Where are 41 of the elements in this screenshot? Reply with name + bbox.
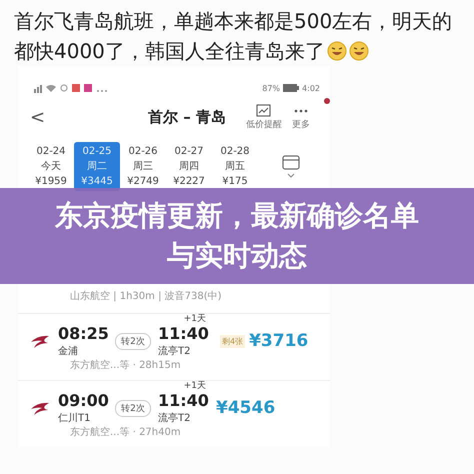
departure-time: 09:00 <box>58 391 108 411</box>
arrival-time: 11:40 <box>158 391 210 411</box>
headline-text: 东京疫情更新，最新确诊名单与实时动态 <box>54 198 420 274</box>
arrival-airport: 流亭T2 <box>158 412 192 425</box>
arrival-airport: 流亭T2 <box>158 344 192 358</box>
departure-airport: 仁川T1 <box>58 412 92 425</box>
date-tab[interactable]: 02-26 周三 ¥2749 <box>120 142 166 191</box>
date-tab[interactable]: 02-25 周二 ¥3445 <box>74 142 120 191</box>
laughing-emoji-icon <box>326 41 347 61</box>
post-text: 都快4000了，韩国人全往青岛来了 <box>14 38 325 65</box>
flight-price: ¥3716 <box>249 331 308 351</box>
flight-details: 东方航空...等 · 27h40m <box>70 426 182 439</box>
flight-row[interactable]: 08:25 金浦 转2次 +1天 11:40 流亭T2 剩4张 ¥3716 东方航空...等 · 28h15m <box>18 313 330 380</box>
next-day-label: +1天 <box>184 313 206 325</box>
date-tab[interactable]: 02-28 周五 ¥175 <box>212 142 258 191</box>
post-text: 首尔飞青岛航班，单趟本来都是500左右，明天的 <box>14 8 452 35</box>
flight-price: ¥4546 <box>216 398 276 418</box>
battery-level: 87% <box>262 84 280 92</box>
flight-details: 山东航空 | 1h30m | 波音738(中) <box>70 290 223 303</box>
date-tab[interactable]: 02-24 今天 ¥1959 <box>28 142 74 191</box>
battery-icon <box>283 84 300 92</box>
stops-badge: 转2次 <box>115 400 151 416</box>
swallow-logo-icon <box>30 400 50 416</box>
header-action[interactable]: 更多 <box>292 104 310 130</box>
departure-time: 08:25 <box>58 324 108 344</box>
swallow-logo-icon <box>30 333 50 349</box>
next-day-label: +1天 <box>184 380 206 392</box>
calendar-icon[interactable] <box>282 154 300 180</box>
notification-dot <box>324 98 330 104</box>
flight-details: 东方航空...等 · 28h15m <box>70 358 182 372</box>
route-title: 首尔 – 青岛 <box>148 108 227 126</box>
stops-badge: 转2次 <box>115 332 151 350</box>
clock-time: 4:02 <box>302 84 320 92</box>
arrival-time: 11:40 <box>158 324 210 344</box>
header-action[interactable]: 低价提醒 <box>246 104 282 130</box>
seats-left-tag: 剩4张 <box>220 334 246 348</box>
chart-icon <box>256 104 272 118</box>
date-tab[interactable]: 02-27 周四 ¥2227 <box>166 142 212 191</box>
laughing-emoji-icon <box>348 41 369 61</box>
departure-airport: 金浦 <box>58 344 79 358</box>
back-button[interactable]: < <box>30 106 148 128</box>
